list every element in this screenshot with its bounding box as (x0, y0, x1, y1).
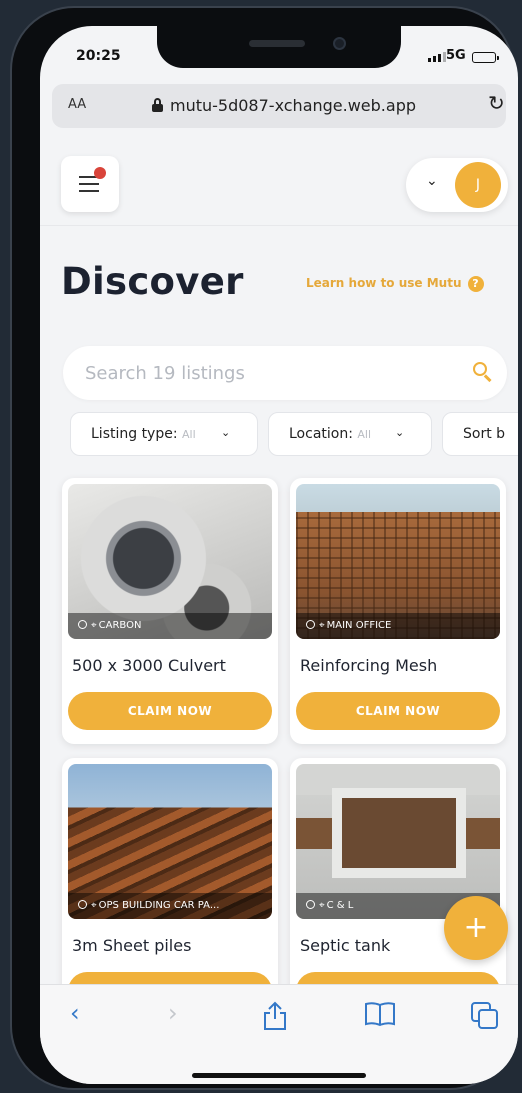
listing-name: 500 x 3000 Culvert (72, 656, 226, 675)
back-arrow-icon[interactable]: ‹ (70, 1001, 80, 1025)
filter-location[interactable]: Location: All ⌄ (268, 412, 432, 456)
filter-value: All (182, 428, 196, 441)
location-label: CARBON (98, 620, 142, 631)
filter-sort[interactable]: Sort b (442, 412, 518, 456)
filter-location-text: Location: All (289, 426, 371, 442)
listing-name: Reinforcing Mesh (300, 656, 438, 675)
help-link-label: Learn how to use Mutu (306, 276, 462, 290)
chevron-down-icon: ⌄ (426, 173, 438, 189)
book-icon[interactable] (364, 1001, 396, 1031)
add-listing-button[interactable]: + (444, 896, 508, 960)
listing-image: ⌖ CARBON (68, 484, 272, 639)
filter-label: Listing type: (91, 426, 178, 442)
speaker (249, 40, 305, 47)
app-header: ⌄ J (40, 138, 518, 226)
filter-value: All (357, 428, 372, 441)
listing-card[interactable]: ⌖ MAIN OFFICE Reinforcing Mesh CLAIM NOW (290, 478, 506, 744)
lock-icon (152, 98, 163, 112)
address-bar[interactable]: AA mutu-5d087-xchange.web.app ↻ (52, 84, 506, 128)
chevron-down-icon: ⌄ (395, 426, 405, 439)
search-input[interactable] (85, 357, 445, 389)
hamburger-bar (79, 183, 99, 185)
listing-name: Septic tank (300, 936, 391, 955)
forward-arrow-icon[interactable]: › (168, 1001, 178, 1025)
search-bar (63, 346, 507, 400)
location-label: C & L (326, 900, 354, 911)
help-icon: ? (467, 276, 484, 292)
notification-dot (94, 167, 106, 179)
share-icon[interactable] (262, 1001, 288, 1035)
clock-icon (306, 620, 315, 629)
screen: 20:25 5G AA mutu-5d087-xchange.web.app ↻… (40, 26, 518, 1084)
hamburger-bar (79, 190, 99, 192)
notch (157, 26, 401, 68)
claim-button[interactable]: CLAIM NOW (68, 692, 272, 730)
account-menu-button[interactable]: ⌄ J (406, 158, 508, 212)
pin-icon: ⌖ (91, 620, 97, 631)
menu-button[interactable] (61, 156, 119, 212)
location-tag: ⌖ MAIN OFFICE (296, 613, 500, 639)
browser-toolbar: ‹ › (40, 984, 518, 1084)
filter-listing-type-text: Listing type: All (91, 426, 196, 442)
listing-card[interactable]: ⌖ CARBON 500 x 3000 Culvert CLAIM NOW (62, 478, 278, 744)
help-link[interactable]: Learn how to use Mutu? (306, 276, 484, 292)
pin-icon: ⌖ (91, 900, 97, 911)
filter-bar: Listing type: All ⌄ Location: All ⌄ Sort… (70, 412, 518, 456)
location-label: MAIN OFFICE (326, 620, 392, 631)
filter-label: Location: (289, 426, 353, 442)
clock-icon (78, 900, 87, 909)
page-title: Discover (61, 260, 244, 303)
search-icon[interactable] (473, 362, 493, 382)
status-time: 20:25 (76, 48, 121, 64)
location-label: OPS BUILDING CAR PA... (98, 900, 220, 911)
home-indicator[interactable] (192, 1073, 366, 1078)
phone-frame: 20:25 5G AA mutu-5d087-xchange.web.app ↻… (10, 6, 518, 1090)
pin-icon: ⌖ (319, 900, 325, 911)
listing-image: ⌖ MAIN OFFICE (296, 484, 500, 639)
claim-button[interactable]: CLAIM NOW (296, 692, 500, 730)
text-size-button[interactable]: AA (68, 97, 86, 112)
clock-icon (78, 620, 87, 629)
chevron-down-icon: ⌄ (221, 426, 231, 439)
url-text[interactable]: mutu-5d087-xchange.web.app (170, 96, 416, 115)
tank-interior (332, 788, 466, 878)
battery-icon (472, 52, 499, 63)
location-tag: ⌖ CARBON (68, 613, 272, 639)
tabs-icon[interactable] (470, 1001, 500, 1035)
network-label: 5G (446, 48, 466, 63)
clock-icon (306, 900, 315, 909)
listing-image: ⌖ OPS BUILDING CAR PA... (68, 764, 272, 919)
front-camera (333, 37, 346, 50)
signal-icon (428, 52, 446, 62)
listing-name: 3m Sheet piles (72, 936, 192, 955)
filter-listing-type[interactable]: Listing type: All ⌄ (70, 412, 258, 456)
filter-label: Sort b (463, 426, 506, 442)
pin-icon: ⌖ (319, 620, 325, 631)
location-tag: ⌖ OPS BUILDING CAR PA... (68, 893, 272, 919)
avatar: J (455, 162, 501, 208)
reload-icon[interactable]: ↻ (488, 93, 505, 113)
